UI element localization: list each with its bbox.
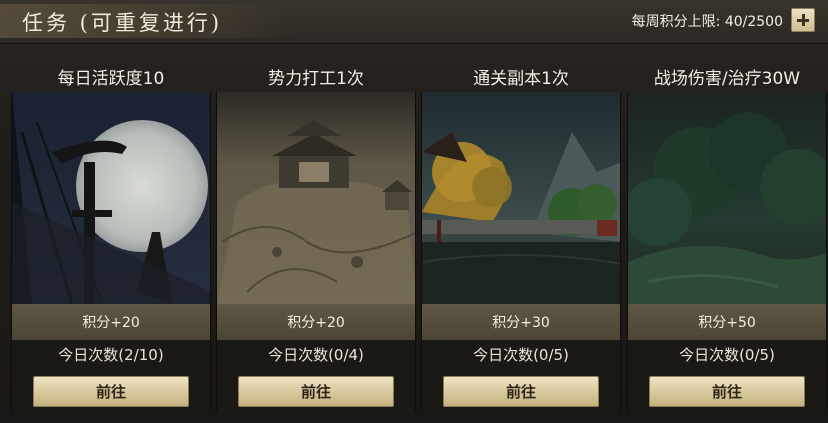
task-card-frame: 积分+20 今日次数(2/10) 前往: [11, 92, 211, 412]
points-reward: 积分+20: [12, 304, 210, 340]
go-button[interactable]: 前往: [33, 376, 189, 407]
go-button[interactable]: 前往: [649, 376, 805, 407]
points-reward: 积分+50: [628, 304, 826, 340]
daily-count: 今日次数(0/4): [268, 346, 364, 364]
task-card-frame: 积分+20 今日次数(0/4) 前往: [216, 92, 416, 412]
points-reward: 积分+20: [217, 304, 415, 340]
task-card-battlefield: 战场伤害/治疗30W 积分+50 今日次数(0/5) 前往: [627, 56, 827, 412]
task-title: 战场伤害/治疗30W: [653, 69, 801, 89]
moon-night-illustration: [12, 92, 210, 304]
city-map-illustration: [217, 92, 415, 304]
task-image-forest: [628, 92, 826, 304]
header: 任务 (可重复进行) 每周积分上限: 40/2500: [0, 0, 828, 44]
weekly-points-limit: 每周积分上限: 40/2500: [631, 14, 783, 30]
panel-title: 任务 (可重复进行): [22, 11, 223, 35]
task-title: 通关副本1次: [473, 69, 569, 89]
task-image-city-map: [217, 92, 415, 304]
task-card-daily-activity: 每日活跃度10 积分+20 今日次数(2/10) 前往: [11, 56, 211, 412]
task-title: 势力打工1次: [268, 69, 364, 89]
daily-count: 今日次数(0/5): [679, 346, 775, 364]
task-card-frame: 积分+50 今日次数(0/5) 前往: [627, 92, 827, 412]
daily-count: 今日次数(0/5): [473, 346, 569, 364]
task-card-frame: 积分+30 今日次数(0/5) 前往: [421, 92, 621, 412]
task-title: 每日活跃度10: [57, 69, 165, 89]
task-image-moon-night: [12, 92, 210, 304]
task-panel: 任务 (可重复进行) 每周积分上限: 40/2500 每日活跃度10 积分+20…: [0, 0, 828, 423]
points-reward: 积分+30: [422, 304, 620, 340]
forest-illustration: [628, 92, 826, 304]
daily-count: 今日次数(2/10): [58, 346, 164, 364]
task-image-landscape: [422, 92, 620, 304]
add-icon[interactable]: [791, 8, 815, 32]
go-button[interactable]: 前往: [238, 376, 394, 407]
landscape-illustration: [422, 92, 620, 304]
go-button[interactable]: 前往: [443, 376, 599, 407]
task-card-dungeon: 通关副本1次 积分+30 今日次数(0/5) 前往: [421, 56, 621, 412]
task-card-faction-work: 势力打工1次 积分+20 今日次数(0/4) 前往: [216, 56, 416, 412]
